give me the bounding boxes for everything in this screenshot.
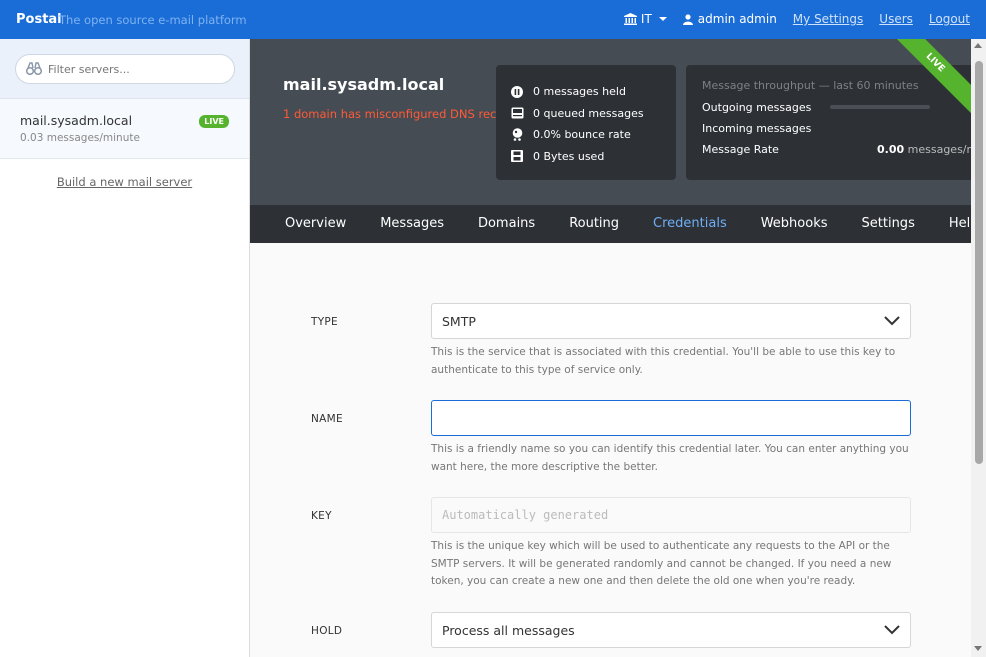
sidebar: mail.sysadm.local 0.03 messages/minute L… (0, 39, 250, 657)
type-select-value: SMTP (442, 313, 476, 329)
tab-routing[interactable]: Routing (552, 205, 636, 243)
server-tabs: Overview Messages Domains Routing Creden… (250, 205, 978, 243)
server-filter-box[interactable] (15, 54, 235, 84)
credential-form: TYPE SMTP This is the service that is as… (250, 243, 971, 657)
tab-settings[interactable]: Settings (845, 205, 932, 243)
rate-unit: messages/min (907, 143, 971, 156)
server-header: mail.sysadm.local 1 domain has misconfig… (250, 39, 971, 205)
tab-overview[interactable]: Overview (268, 205, 363, 243)
name-input[interactable] (431, 400, 911, 436)
dns-warning-link[interactable]: 1 domain has misconfigured DNS records (283, 107, 521, 121)
server-list-name: mail.sysadm.local (20, 113, 133, 128)
hold-label: HOLD (311, 625, 343, 637)
key-input: Automatically generated (431, 497, 911, 533)
outgoing-bar (830, 105, 930, 109)
scroll-thumb[interactable] (975, 61, 983, 464)
stat-storage-text: 0 Bytes used (533, 149, 605, 163)
throughput-title: Message throughput — last 60 minutes (702, 79, 919, 92)
stat-queued-text: 0 queued messages (533, 106, 644, 120)
outgoing-row: Outgoing messages (702, 97, 970, 118)
save-icon (510, 149, 524, 163)
type-label: TYPE (311, 316, 338, 328)
key-label: KEY (311, 510, 332, 522)
stat-held-text: 0 messages held (533, 85, 626, 99)
incoming-row: Incoming messages (702, 118, 970, 139)
server-filter (0, 39, 249, 99)
stat-held[interactable]: 0 messages held (510, 81, 662, 103)
organization-switcher[interactable]: IT (623, 12, 667, 26)
name-help: This is a friendly name so you can ident… (431, 443, 909, 473)
users-link[interactable]: Users (879, 12, 913, 26)
type-help: This is the service that is associated w… (431, 346, 896, 376)
key-help: This is the unique key which will be use… (431, 540, 892, 587)
stat-storage[interactable]: 0 Bytes used (510, 146, 662, 168)
top-bar: Postal The open source e-mail platform I… (0, 0, 986, 39)
my-settings-link[interactable]: My Settings (793, 12, 864, 26)
tab-messages[interactable]: Messages (363, 205, 461, 243)
key-placeholder: Automatically generated (442, 508, 609, 522)
user-name: admin admin (697, 12, 777, 26)
outgoing-label: Outgoing messages (702, 101, 812, 114)
rate-value-wrap: 0.00 messages/min (877, 143, 971, 156)
bounce-icon (510, 128, 524, 142)
chevron-down-icon (884, 625, 900, 635)
rate-label: Message Rate (702, 143, 779, 156)
brand-logo[interactable]: Postal (16, 12, 62, 27)
build-server-link[interactable]: Build a new mail server (0, 175, 249, 189)
rate-row: Message Rate 0.00 messages/min (702, 139, 971, 160)
stat-queued[interactable]: 0 queued messages (510, 103, 662, 125)
hold-select-value: Process all messages (442, 622, 575, 638)
server-title: mail.sysadm.local (283, 75, 445, 94)
scroll-up-icon[interactable] (974, 43, 982, 48)
name-label: NAME (311, 413, 343, 425)
pause-icon (510, 85, 524, 99)
server-list-rate: 0.03 messages/minute (20, 132, 140, 144)
page-scrollbar[interactable] (971, 39, 986, 657)
stat-bounce-text: 0.0% bounce rate (533, 128, 631, 142)
bank-icon (623, 13, 637, 25)
logout-link[interactable]: Logout (929, 12, 970, 26)
tab-credentials[interactable]: Credentials (636, 205, 744, 243)
type-select[interactable]: SMTP (431, 303, 911, 339)
live-badge: LIVE (199, 115, 229, 128)
binoculars-icon (26, 62, 42, 76)
chevron-down-icon (658, 17, 667, 21)
organization-name: IT (640, 12, 652, 26)
stat-bounce[interactable]: 0.0% bounce rate (510, 124, 662, 146)
rate-value: 0.00 (877, 143, 905, 156)
tab-webhooks[interactable]: Webhooks (744, 205, 845, 243)
server-list-item[interactable]: mail.sysadm.local 0.03 messages/minute L… (0, 99, 249, 159)
tab-domains[interactable]: Domains (461, 205, 552, 243)
scroll-down-icon[interactable] (974, 646, 982, 651)
server-filter-input[interactable] (48, 62, 208, 76)
user-icon (682, 13, 693, 25)
throughput-box: Message throughput — last 60 minutes Out… (686, 65, 971, 180)
hold-select[interactable]: Process all messages (431, 612, 911, 648)
user-menu[interactable]: admin admin (682, 12, 777, 26)
incoming-label: Incoming messages (702, 122, 812, 135)
brand-tagline: The open source e-mail platform (59, 13, 247, 27)
top-nav: IT admin admin My Settings Users Logout (623, 12, 970, 26)
server-stats-box: 0 messages held 0 queued messages 0.0% b… (496, 65, 676, 180)
chevron-down-icon (884, 316, 900, 326)
inbox-icon (510, 106, 524, 120)
